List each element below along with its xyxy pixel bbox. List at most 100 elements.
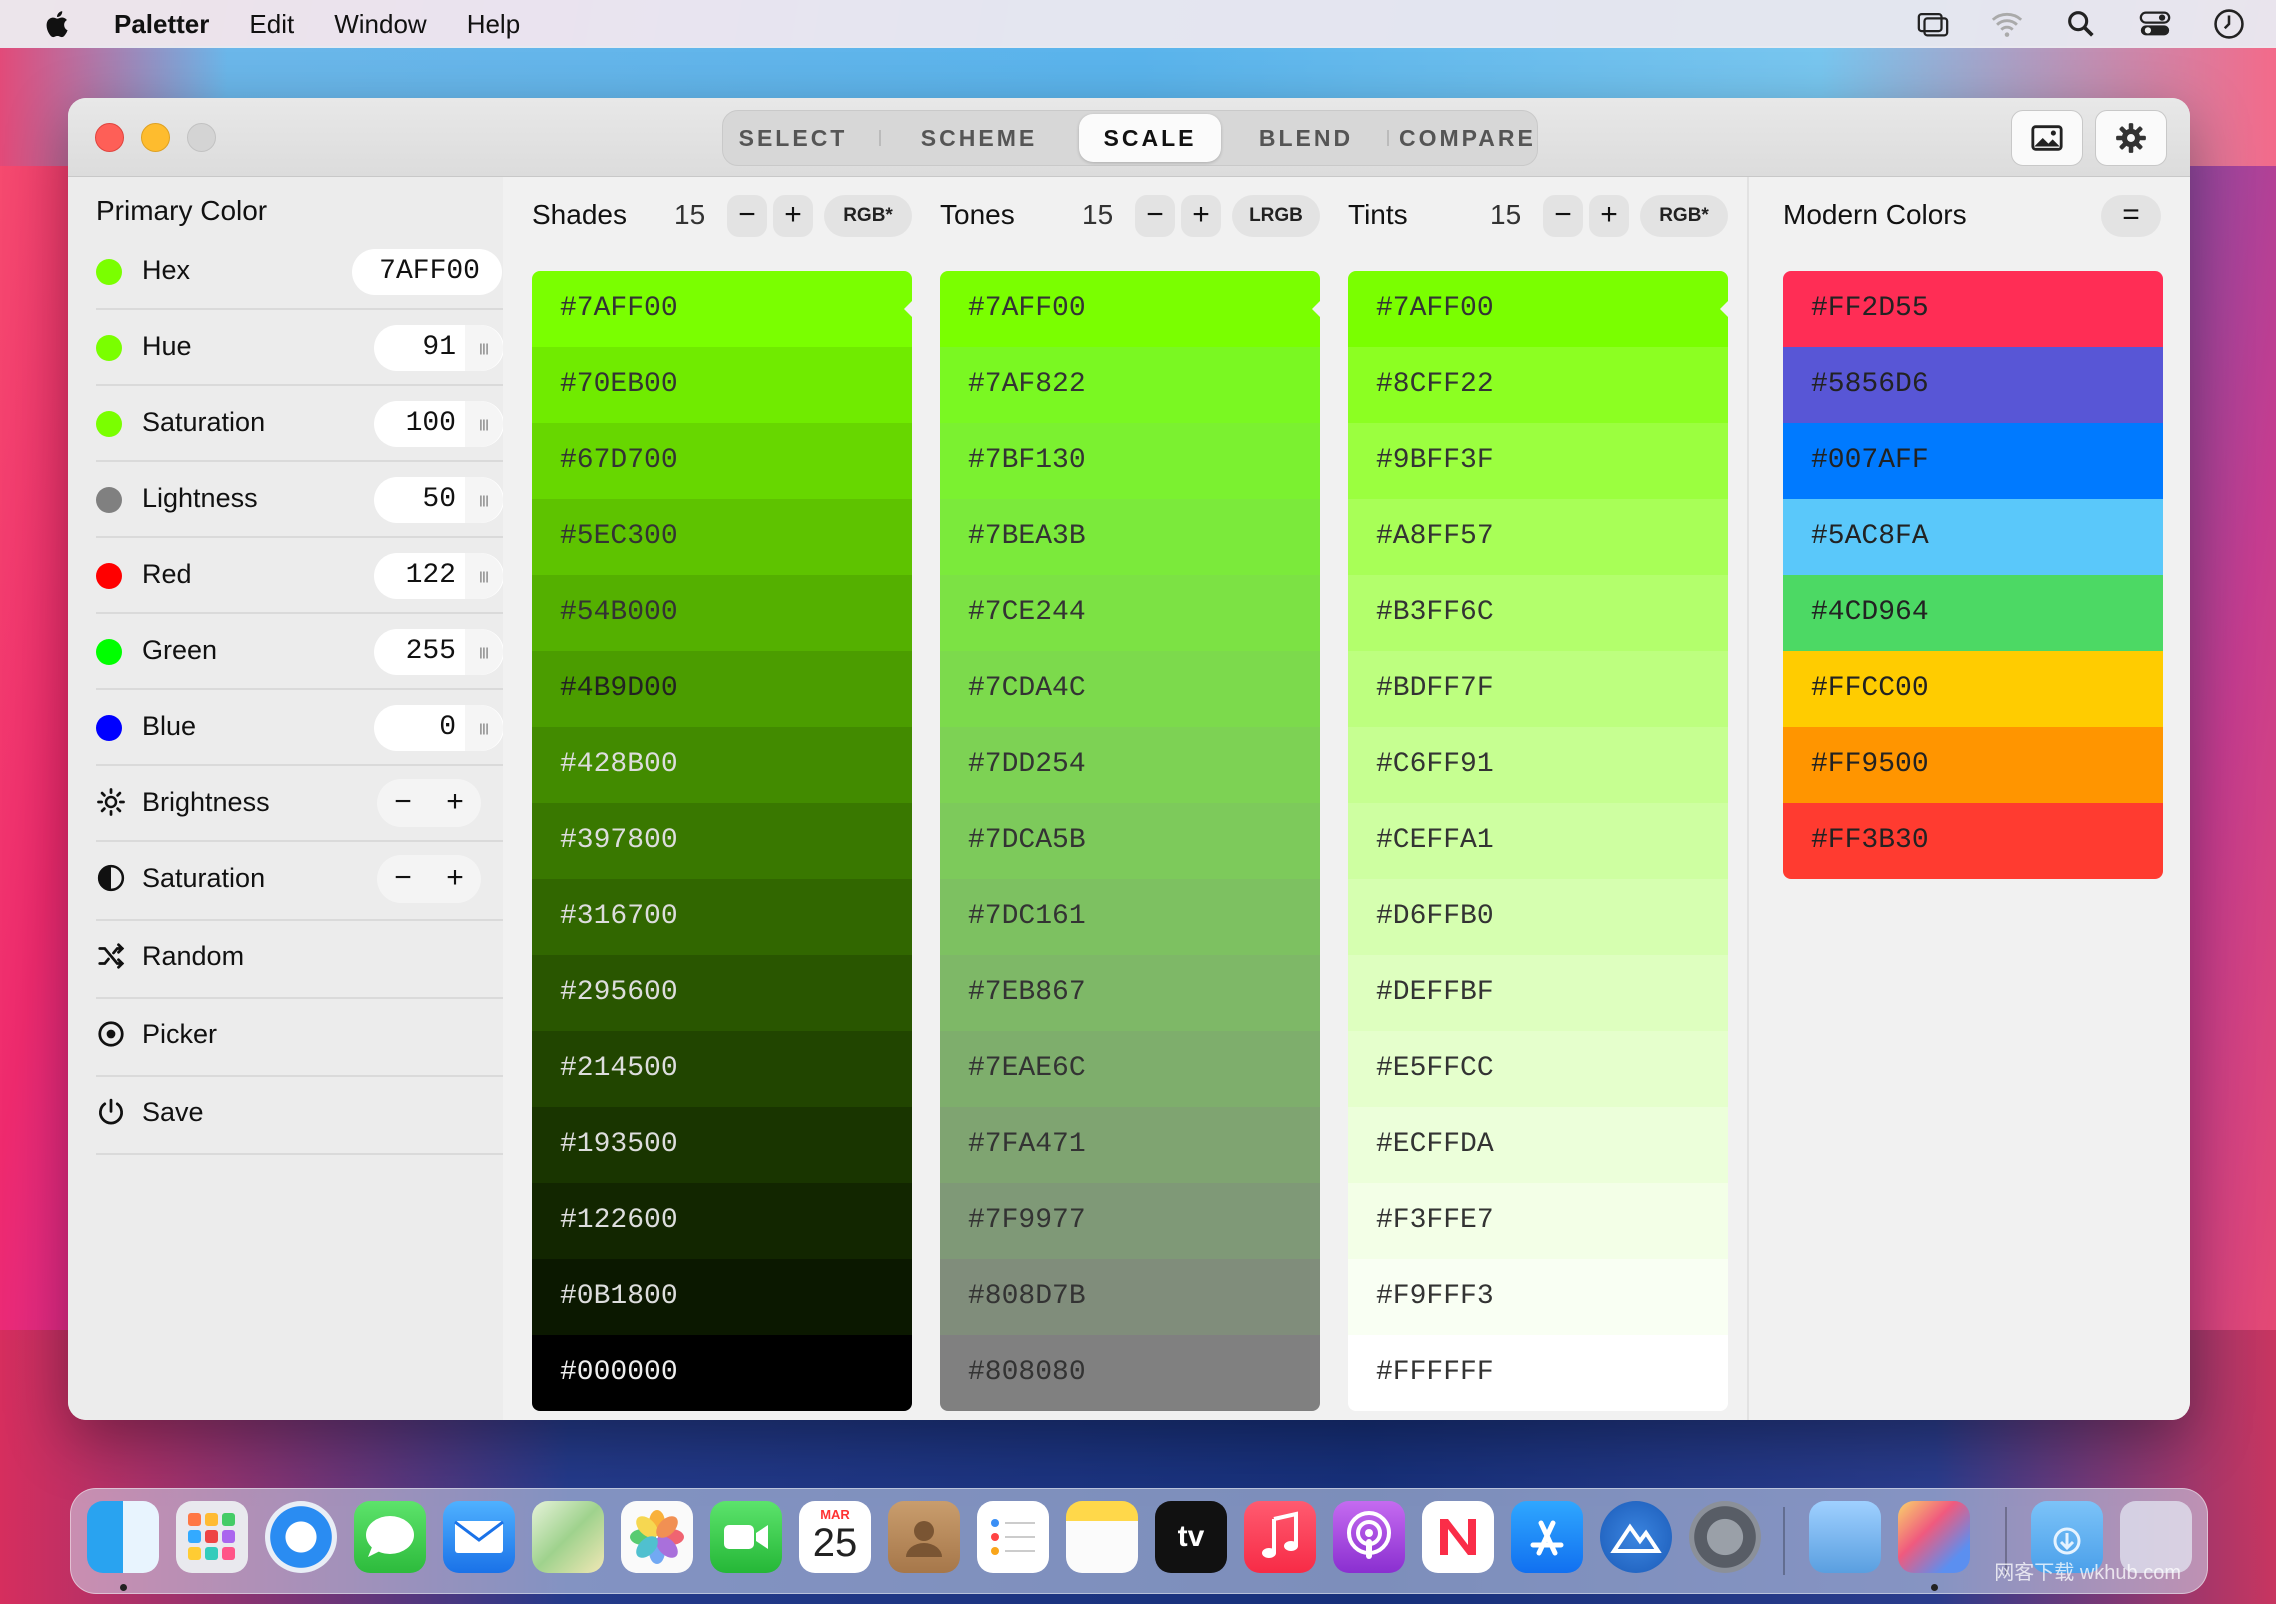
tints-swatch[interactable]: #C6FF91 — [1348, 727, 1728, 803]
finder-icon[interactable] — [87, 1501, 159, 1573]
zoom-window-button[interactable] — [187, 123, 216, 152]
modern-swatch[interactable]: #FF3B30 — [1783, 803, 2163, 879]
shades-swatch[interactable]: #54B000 — [532, 575, 912, 651]
mail-icon[interactable] — [443, 1501, 515, 1573]
tones-swatch[interactable]: #7EAE6C — [940, 1031, 1320, 1107]
podcasts-icon[interactable] — [1333, 1501, 1405, 1573]
tones-swatch[interactable]: #7BF130 — [940, 423, 1320, 499]
safari-icon[interactable] — [265, 1501, 337, 1573]
modern-swatch[interactable]: #FF9500 — [1783, 727, 2163, 803]
shades-swatch[interactable]: #7AFF00 — [532, 271, 912, 347]
tones-swatch[interactable]: #808D7B — [940, 1259, 1320, 1335]
menu-help[interactable]: Help — [467, 9, 520, 40]
shades-swatch[interactable]: #316700 — [532, 879, 912, 955]
tints-swatch[interactable]: #BDFF7F — [1348, 651, 1728, 727]
shades-swatch[interactable]: #193500 — [532, 1107, 912, 1183]
app-store-icon[interactable] — [1511, 1501, 1583, 1573]
tints-swatch[interactable]: #F3FFE7 — [1348, 1183, 1728, 1259]
tab-scale[interactable]: SCALE — [1079, 114, 1221, 162]
shades-swatch[interactable]: #214500 — [532, 1031, 912, 1107]
shades-swatch[interactable]: #295600 — [532, 955, 912, 1031]
menu-edit[interactable]: Edit — [249, 9, 294, 40]
tints-swatch[interactable]: #E5FFCC — [1348, 1031, 1728, 1107]
screen-mirroring-icon[interactable] — [1916, 7, 1950, 41]
wifi-icon[interactable] — [1990, 7, 2024, 41]
apple-tv-icon[interactable]: tv — [1155, 1501, 1227, 1573]
tones-mode-button[interactable]: LRGB — [1232, 195, 1320, 237]
tones-swatch[interactable]: #7BEA3B — [940, 499, 1320, 575]
minimize-window-button[interactable] — [141, 123, 170, 152]
shades-swatch[interactable]: #67D700 — [532, 423, 912, 499]
brightness-decrease-button[interactable]: − — [377, 779, 429, 827]
tones-swatch[interactable]: #7CDA4C — [940, 651, 1320, 727]
menu-app-name[interactable]: Paletter — [114, 9, 209, 40]
shades-swatch[interactable]: #428B00 — [532, 727, 912, 803]
shades-increase-button[interactable]: + — [773, 195, 813, 237]
modern-swatch[interactable]: #4CD964 — [1783, 575, 2163, 651]
tab-select[interactable]: SELECT — [733, 111, 853, 165]
clock-icon[interactable] — [2212, 7, 2246, 41]
tints-swatch[interactable]: #B3FF6C — [1348, 575, 1728, 651]
paletter-app-icon[interactable] — [1898, 1501, 1970, 1573]
tones-swatch[interactable]: #7EB867 — [940, 955, 1320, 1031]
picker-action[interactable]: Picker — [96, 997, 503, 1077]
news-icon[interactable] — [1422, 1501, 1494, 1573]
contacts-icon[interactable] — [888, 1501, 960, 1573]
shades-mode-button[interactable]: RGB* — [824, 195, 912, 237]
shades-swatch[interactable]: #397800 — [532, 803, 912, 879]
notes-icon[interactable] — [1066, 1501, 1138, 1573]
settings-button[interactable] — [2095, 110, 2167, 166]
music-icon[interactable] — [1244, 1501, 1316, 1573]
tones-swatch[interactable]: #7DCA5B — [940, 803, 1320, 879]
launchpad-icon[interactable] — [176, 1501, 248, 1573]
tints-mode-button[interactable]: RGB* — [1640, 195, 1728, 237]
tones-increase-button[interactable]: + — [1181, 195, 1221, 237]
tones-swatch[interactable]: #7FA471 — [940, 1107, 1320, 1183]
tones-decrease-button[interactable]: − — [1135, 195, 1175, 237]
tints-swatch[interactable]: #CEFFA1 — [1348, 803, 1728, 879]
apple-icon[interactable] — [42, 9, 70, 39]
tints-decrease-button[interactable]: − — [1543, 195, 1583, 237]
calendar-icon[interactable]: MAR 25 — [799, 1501, 871, 1573]
tones-swatch[interactable]: #7AF822 — [940, 347, 1320, 423]
save-action[interactable]: Save — [96, 1075, 503, 1155]
random-action[interactable]: Random — [96, 919, 503, 999]
shades-decrease-button[interactable]: − — [727, 195, 767, 237]
maps-icon[interactable] — [532, 1501, 604, 1573]
shades-swatch[interactable]: #122600 — [532, 1183, 912, 1259]
shades-swatch[interactable]: #0B1800 — [532, 1259, 912, 1335]
monterey-icon[interactable] — [1600, 1501, 1672, 1573]
tones-swatch[interactable]: #7DC161 — [940, 879, 1320, 955]
tints-swatch[interactable]: #ECFFDA — [1348, 1107, 1728, 1183]
modern-swatch[interactable]: #5AC8FA — [1783, 499, 2163, 575]
tints-swatch[interactable]: #FFFFFF — [1348, 1335, 1728, 1411]
tab-compare[interactable]: COMPARE — [1399, 111, 1533, 165]
tones-swatch[interactable]: #7DD254 — [940, 727, 1320, 803]
tints-increase-button[interactable]: + — [1589, 195, 1629, 237]
facetime-icon[interactable] — [710, 1501, 782, 1573]
hex-input[interactable]: 7AFF00 — [352, 249, 502, 295]
tones-swatch[interactable]: #7AFF00 — [940, 271, 1320, 347]
shades-swatch[interactable]: #70EB00 — [532, 347, 912, 423]
modern-swatch[interactable]: #FF2D55 — [1783, 271, 2163, 347]
control-center-icon[interactable] — [2138, 7, 2172, 41]
saturation-decrease-button[interactable]: − — [377, 855, 429, 903]
modern-swatch[interactable]: #007AFF — [1783, 423, 2163, 499]
shades-swatch[interactable]: #5EC300 — [532, 499, 912, 575]
messages-icon[interactable] — [354, 1501, 426, 1573]
brightness-increase-button[interactable]: + — [429, 779, 481, 827]
tab-blend[interactable]: BLEND — [1231, 111, 1381, 165]
tints-swatch[interactable]: #A8FF57 — [1348, 499, 1728, 575]
preview-icon[interactable] — [1809, 1501, 1881, 1573]
shades-swatch[interactable]: #000000 — [532, 1335, 912, 1411]
tones-swatch[interactable]: #7F9977 — [940, 1183, 1320, 1259]
search-icon[interactable] — [2064, 7, 2098, 41]
modern-swatch[interactable]: #FFCC00 — [1783, 651, 2163, 727]
image-button[interactable] — [2011, 110, 2083, 166]
menu-window[interactable]: Window — [334, 9, 426, 40]
tones-swatch[interactable]: #7CE244 — [940, 575, 1320, 651]
tints-swatch[interactable]: #F9FFF3 — [1348, 1259, 1728, 1335]
tints-swatch[interactable]: #9BFF3F — [1348, 423, 1728, 499]
close-window-button[interactable] — [95, 123, 124, 152]
photos-icon[interactable] — [621, 1501, 693, 1573]
